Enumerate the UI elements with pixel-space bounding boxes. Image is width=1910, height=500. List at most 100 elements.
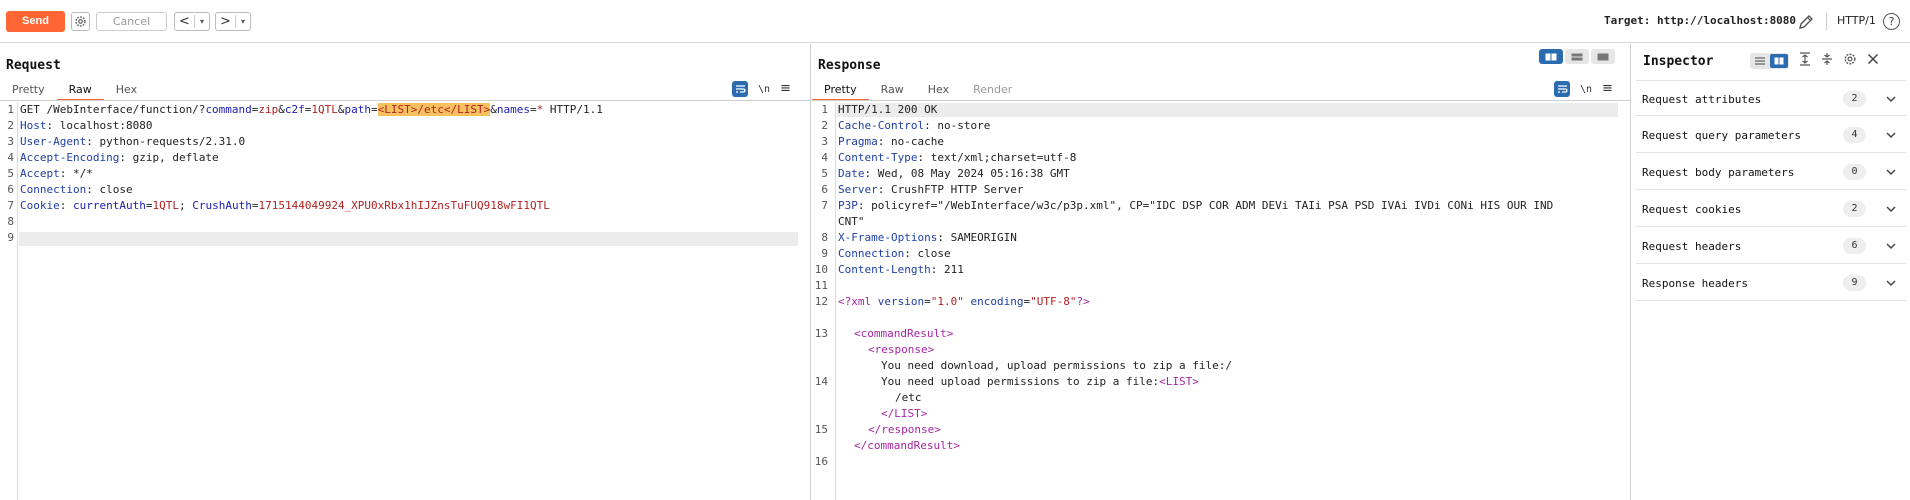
line-number: 16 [814,455,828,468]
response-tabs: Pretty Raw Hex Render [812,82,1024,101]
request-header-line: Host: localhost:8080 [20,119,152,133]
chevron-down-icon[interactable] [1884,92,1898,106]
forward-history-dropdown[interactable]: ▾ [236,17,250,26]
line-number: 6 [7,183,14,196]
inspector-row-request-attributes[interactable]: Request attributes 2 [1636,80,1906,116]
inspector-row-label: Request query parameters [1642,129,1801,142]
request-menu-icon[interactable]: ≡ [780,82,791,95]
response-header-line: P3P: policyref="/WebInterface/w3c/p3p.xm… [838,199,1553,213]
request-title: Request [6,58,61,73]
request-show-newlines-toggle[interactable]: \n [758,84,770,95]
xml-attr-value: "UTF-8" [1030,295,1077,308]
line-number: 4 [7,151,14,164]
response-header-line: Date: Wed, 08 May 2024 05:16:38 GMT [838,167,1070,181]
back-history-dropdown[interactable]: ▾ [195,17,209,26]
response-header-line: Cache-Control: no-store [838,119,990,133]
request-editor[interactable]: 1 2 3 4 5 6 7 8 9 GET /WebInterface/func… [0,102,810,500]
response-tab-pretty[interactable]: Pretty [812,82,869,101]
main-toolbar: Send Cancel < ▾ > ▾ Target: http://local… [0,0,1910,43]
response-tab-render[interactable]: Render [961,82,1024,101]
inspector-view-toggle [1750,52,1789,69]
current-line-highlight [837,103,1618,117]
line-number: 14 [814,375,828,388]
response-title: Response [818,58,881,73]
inspector-row-query-parameters[interactable]: Request query parameters 4 [1636,117,1906,153]
request-tab-raw[interactable]: Raw [56,82,104,101]
cancel-button[interactable]: Cancel [96,12,167,31]
line-number: 5 [7,167,14,180]
send-button[interactable]: Send [6,11,65,32]
header-key: Date [838,167,865,180]
header-key: X-Frame-Options [838,231,938,244]
chevron-down-icon[interactable] [1884,202,1898,216]
xml-tag-text: </response> [868,423,941,436]
xml-tag-text: <commandResult> [854,327,954,340]
line-number: 7 [7,199,14,212]
line-number: 11 [814,279,828,292]
count-badge: 9 [1843,275,1866,291]
request-wrap-lines-icon[interactable] [732,81,748,97]
inspector-settings-gear-icon[interactable] [1843,52,1857,69]
request-header-line: Accept-Encoding: gzip, deflate [20,151,219,165]
header-value: : */* [59,167,93,180]
forward-button[interactable]: > [216,13,235,30]
protocol-selector[interactable]: HTTP/1 [1837,14,1876,27]
edit-target-pencil-icon[interactable] [1797,13,1815,31]
inspector-split-view-icon[interactable] [1770,53,1788,68]
request-line-gutter: 1 2 3 4 5 6 7 8 9 [0,102,18,500]
response-header-line: Pragma: no-cache [838,135,944,149]
response-status-line: HTTP/1.1 200 OK [838,103,938,116]
help-icon[interactable]: ? [1883,13,1900,30]
param-eq: = [371,103,378,116]
inspector-row-body-parameters[interactable]: Request body parameters 0 [1636,154,1906,190]
header-key: Host [20,119,47,132]
line-number: 3 [7,135,14,148]
request-header-line: Accept: */* [20,167,93,181]
xml-attr: version [871,295,925,308]
response-header-line: Content-Type: text/xml;charset=utf-8 [838,151,1076,165]
line-number: 13 [814,327,828,340]
count-badge: 2 [1843,91,1866,107]
inspector-list-view-icon[interactable] [1751,54,1769,68]
expand-all-icon[interactable] [1799,52,1811,69]
line-number: 9 [7,231,14,244]
chevron-down-icon[interactable] [1884,239,1898,253]
inspector-row-label: Request cookies [1642,203,1742,216]
back-button[interactable]: < [175,13,194,30]
layout-side-by-side-icon[interactable] [1539,49,1563,64]
forward-nav-group: > ▾ [215,12,251,31]
inspector-row-request-headers[interactable]: Request headers 6 [1636,228,1906,264]
xml-tag: <commandResult> [854,327,953,341]
chevron-down-icon[interactable] [1884,165,1898,179]
response-tab-raw[interactable]: Raw [869,82,916,101]
response-editor[interactable]: 1 2 3 4 5 6 7 8 9 10 11 12 13 14 15 16 H… [812,102,1630,500]
response-header-line: Content-Length: 211 [838,263,964,277]
layout-stacked-icon[interactable] [1565,49,1589,64]
xml-decl-open: <?xml [838,295,872,308]
collapse-all-icon[interactable] [1821,52,1833,69]
request-tab-hex[interactable]: Hex [104,82,149,101]
line-number: 15 [814,423,828,436]
chevron-down-icon[interactable] [1884,128,1898,142]
chevron-down-icon[interactable] [1884,276,1898,290]
header-key: Cookie [20,199,60,212]
header-key: P3P [838,199,858,212]
param-amp: & [337,103,345,116]
response-tab-hex[interactable]: Hex [916,82,961,101]
close-icon[interactable] [1867,53,1879,68]
settings-gear-icon[interactable] [71,12,90,31]
layout-tabs-icon[interactable] [1591,49,1615,64]
inspector-title: Inspector [1643,54,1714,69]
cookie-value: 1715144049924_XPU0xRbx1hIJZnsTuFUQ918wFI… [258,199,550,212]
inspector-row-request-cookies[interactable]: Request cookies 2 [1636,191,1906,227]
xml-tag: </LIST> [881,407,927,421]
inspector-row-response-headers[interactable]: Response headers 9 [1636,265,1906,301]
response-menu-icon[interactable]: ≡ [1602,82,1613,95]
response-line-gutter: 1 2 3 4 5 6 7 8 9 10 11 12 13 14 15 16 [812,102,836,500]
header-value: : policyref="/WebInterface/w3c/p3p.xml",… [857,199,1554,212]
response-editor-tools: \n ≡ [1554,81,1613,97]
response-show-newlines-toggle[interactable]: \n [1580,84,1592,95]
line-number: 2 [821,119,828,132]
response-wrap-lines-icon[interactable] [1554,81,1570,97]
request-tab-pretty[interactable]: Pretty [0,82,57,101]
